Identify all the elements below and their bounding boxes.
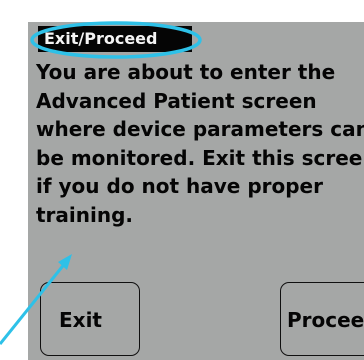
message-line-6: training. xyxy=(36,202,134,227)
message-line-3: where device parameters can xyxy=(36,117,364,142)
message-line-1: You are about to enter the xyxy=(36,60,336,84)
message-line-2: Advanced Patient screen xyxy=(36,88,317,113)
dialog-title: Exit/Proceed xyxy=(38,26,192,52)
dialog-message: You are about to enter the Advanced Pati… xyxy=(36,58,364,230)
exit-button[interactable]: Exit xyxy=(40,282,140,356)
message-line-4: be monitored. Exit this screen xyxy=(36,145,364,170)
proceed-button[interactable]: Proceed xyxy=(280,282,364,356)
dialog-screen: Exit/Proceed You are about to enter the … xyxy=(28,22,364,360)
message-line-5: if you do not have proper xyxy=(36,174,323,199)
